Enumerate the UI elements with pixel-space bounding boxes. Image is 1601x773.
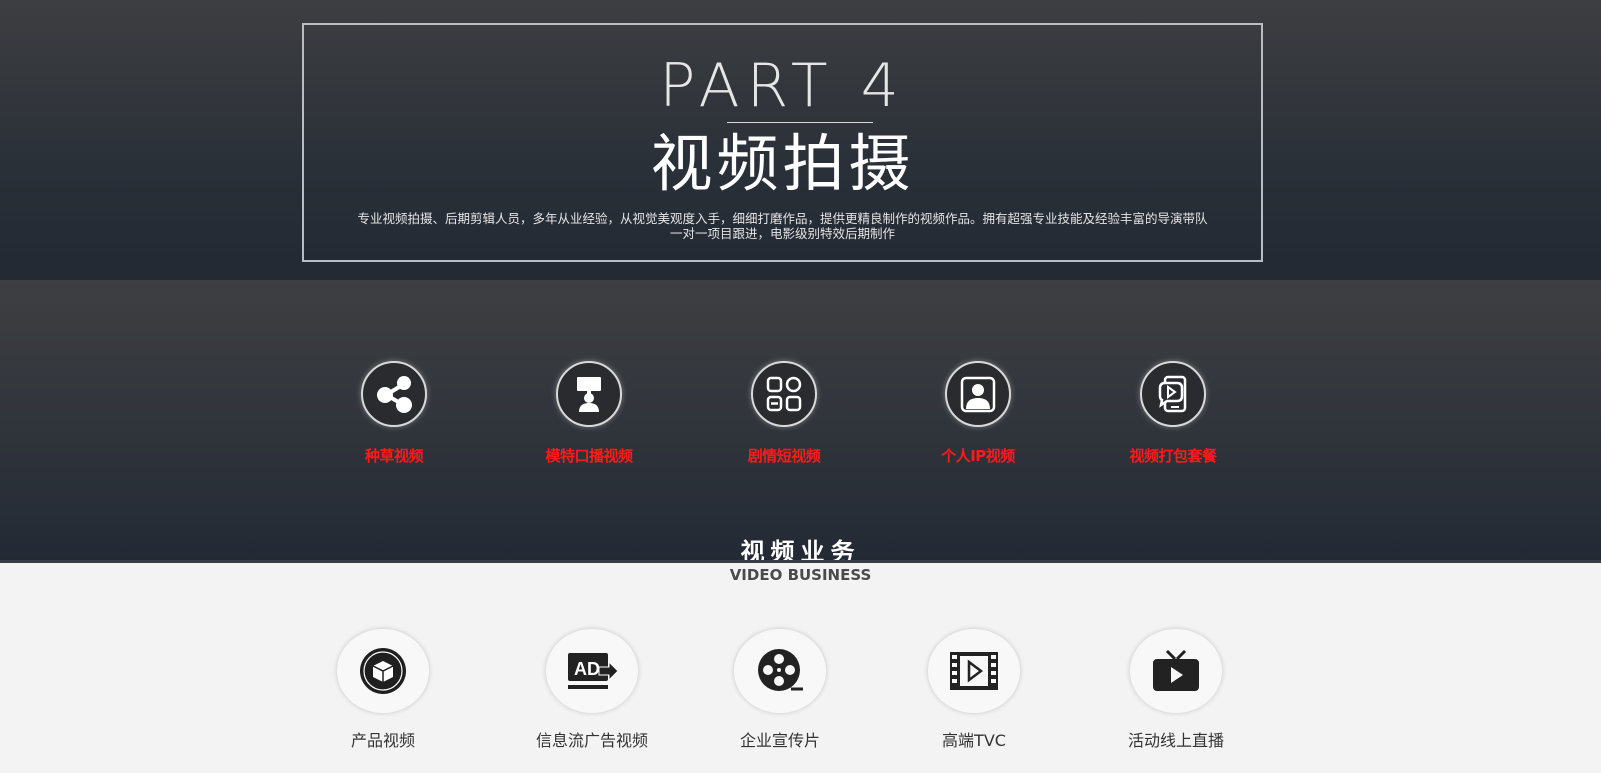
business-item-corporate-film[interactable]: 企业宣传片 [700,628,860,751]
business-label: 产品视频 [350,731,415,750]
section-subtitle: VIDEO BUSINESS [729,566,872,584]
page-title: 视频拍摄 [650,127,915,200]
svg-text:AD: AD [574,659,600,679]
service-label: 种草视频 [364,447,424,465]
section-divider [0,560,1601,563]
service-label: 个人IP视频 [941,447,1015,465]
service-icon-circle [556,361,622,427]
film-reel-icon [758,649,803,691]
tv-live-icon [1153,649,1199,691]
person-portrait-icon [960,376,996,413]
business-icon-circle [927,628,1021,714]
service-icon-circle [945,361,1011,427]
hero-description-line-2: 一对一项目跟进，电影级别特效后期制作 [669,226,895,241]
service-label: 模特口播视频 [545,447,633,465]
service-icon-circle [361,361,427,427]
hero-section: PART 4 视频拍摄 专业视频拍摄、后期剪辑人员，多年从业经验，从视觉美观度入… [0,0,1601,280]
box-icon [360,648,406,694]
film-strip-play-icon [950,652,998,690]
title-divider [727,122,873,123]
service-icon-circle [751,361,817,427]
business-icon-circle [1129,628,1223,714]
business-icon-circle [336,628,430,714]
business-icon-circle [733,628,827,714]
business-label: 活动线上直播 [1127,731,1224,750]
share-icon [377,376,412,413]
ad-icon: AD [568,653,619,689]
hero-frame: PART 4 视频拍摄 专业视频拍摄、后期剪辑人员，多年从业经验，从视觉美观度入… [302,23,1263,262]
service-label: 剧情短视频 [747,447,821,465]
hero-description-line-1: 专业视频拍摄、后期剪辑人员，多年从业经验，从视觉美观度入手，细细打磨作品，提供更… [357,211,1208,226]
business-icon-circle: AD [545,628,639,714]
hero-description: 专业视频拍摄、后期剪辑人员，多年从业经验，从视觉美观度入手，细细打磨作品，提供更… [318,211,1247,241]
service-item-model-presenter[interactable]: 模特口播视频 [519,361,659,466]
business-label: 高端TVC [942,731,1006,750]
services-section: 种草视频 模特口播视频 剧情短视频 个人IP视频 视频打包套餐 视频业务 [0,280,1601,566]
service-icon-circle [1140,361,1206,427]
business-item-product-video[interactable]: 产品视频 [303,628,463,751]
business-label: 企业宣传片 [739,731,820,750]
service-item-video-package[interactable]: 视频打包套餐 [1103,361,1243,466]
business-item-high-end-tvc[interactable]: 高端TVC [894,628,1054,751]
business-label: 信息流广告视频 [535,731,648,750]
service-item-personal-ip[interactable]: 个人IP视频 [908,361,1048,466]
presenter-icon [577,377,601,412]
part-number: PART 4 [659,51,906,121]
business-item-live-stream[interactable]: 活动线上直播 [1096,628,1256,751]
service-label: 视频打包套餐 [1129,447,1217,465]
grid-apps-icon [766,376,802,412]
service-item-drama-short[interactable]: 剧情短视频 [714,361,854,466]
service-item-seeding[interactable]: 种草视频 [324,361,464,466]
business-item-feed-ad-video[interactable]: AD 信息流广告视频 [512,628,672,751]
mobile-video-icon [1158,375,1187,413]
